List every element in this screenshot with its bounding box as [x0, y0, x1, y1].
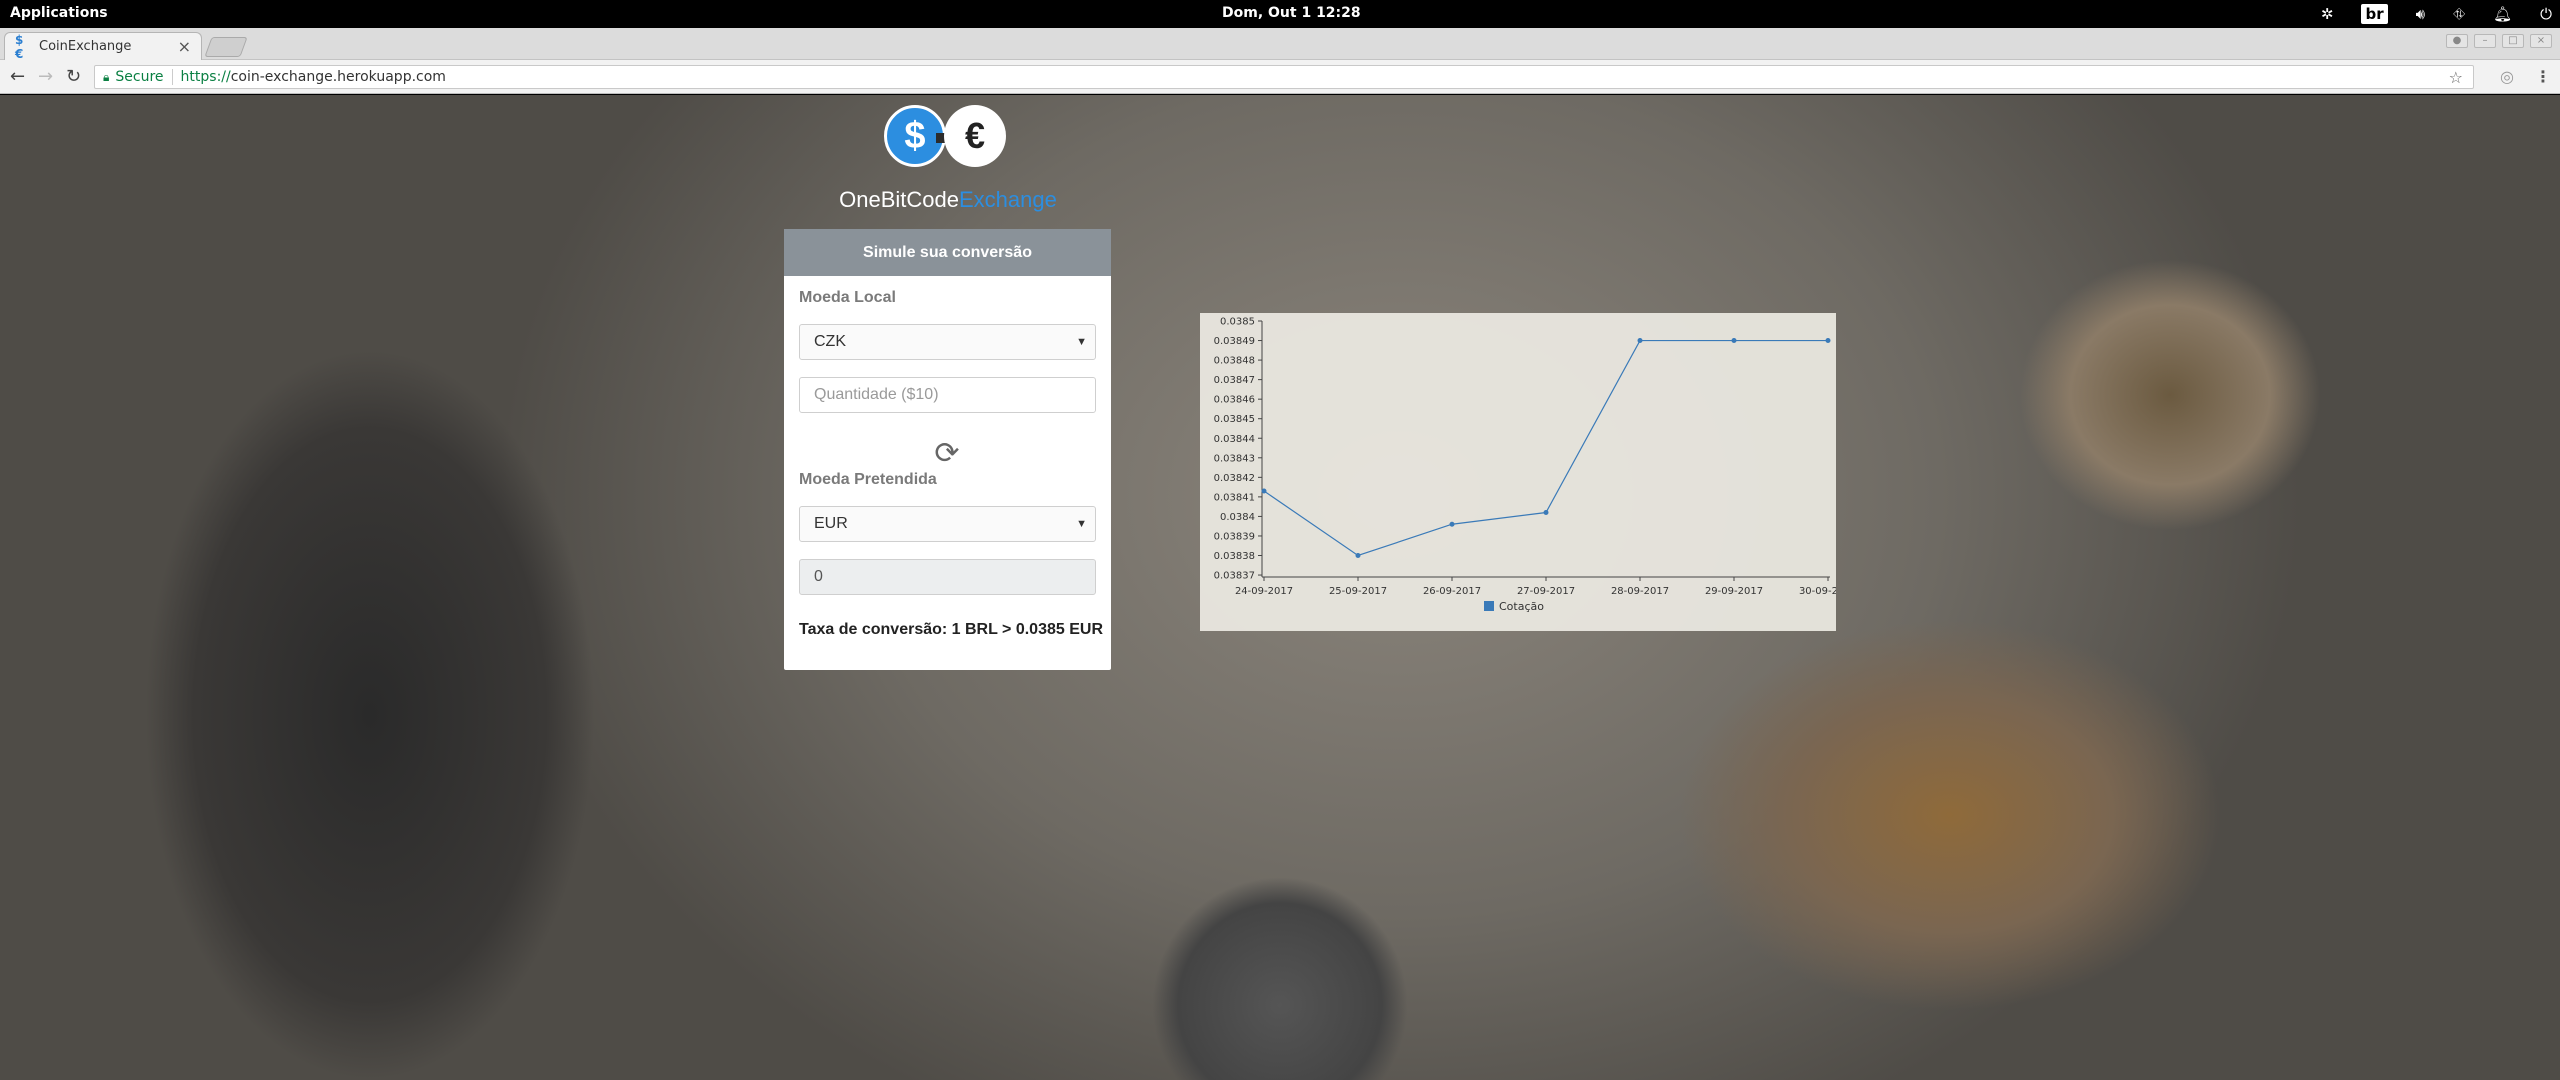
chart-y-tick-label: 0.03848	[1214, 356, 1255, 367]
chart-x-tick-label: 28-09-2017	[1611, 586, 1669, 597]
chart-x-tick-label: 24-09-2017	[1235, 586, 1293, 597]
chart-data-point	[1731, 338, 1737, 344]
converter-card: Simule sua conversão Moeda Local CZK ▼ Q…	[784, 229, 1111, 670]
page-background: $ € OneBitCodeExchange Simule sua conver…	[0, 95, 2560, 1080]
lock-icon: 🔒︎	[103, 69, 110, 84]
system-top-bar: Applications Dom, Out 1 12:28 ✲ br 🔊︎ ⛗ …	[0, 0, 2560, 28]
exchange-rate-chart: 0.0385 0.03849 0.03848 0.03847 0.03846 0.0384…	[1200, 313, 1836, 631]
keyboard-layout-indicator[interactable]: br	[2361, 4, 2388, 24]
chart-x-tick-label: 30-09-2017	[1799, 586, 1836, 597]
result-value: 0	[814, 568, 823, 585]
chart-data-point	[1637, 338, 1643, 344]
amount-placeholder: Quantidade ($10)	[814, 386, 939, 403]
browser-tab[interactable]: $€ CoinExchange ×	[4, 32, 202, 61]
chart-y-tick-label: 0.03837	[1214, 571, 1255, 582]
euro-coin-icon: €	[944, 105, 1006, 167]
extension-icon[interactable]: ◎	[2500, 67, 2514, 86]
chart-y-tick-label: 0.03839	[1214, 531, 1255, 542]
chart-data-point	[1449, 521, 1455, 527]
chart-x-tick-label: 27-09-2017	[1517, 586, 1575, 597]
address-bar[interactable]: 🔒︎ Secure https:// coin-exchange.herokua…	[94, 65, 2474, 89]
chart-legend-label: Cotação	[1499, 600, 1544, 613]
chart-data-point	[1825, 338, 1831, 344]
reload-icon[interactable]: ↻	[66, 66, 81, 87]
chart-y-tick-label: 0.03841	[1214, 492, 1255, 503]
chevron-down-icon: ▼	[1076, 518, 1087, 530]
maximize-icon[interactable]: □	[2502, 34, 2524, 48]
forward-arrow-icon[interactable]: →	[38, 66, 53, 87]
source-currency-label: Moeda Local	[799, 289, 896, 306]
network-icon[interactable]: ⛗	[2453, 4, 2465, 24]
target-currency-select[interactable]: EUR ▼	[799, 506, 1096, 542]
target-currency-label: Moeda Pretendida	[799, 471, 937, 488]
brand-name-part1: OneBitCode	[839, 187, 959, 212]
refresh-swap-icon[interactable]: ⟳	[931, 437, 963, 470]
browser-menu-icon[interactable]: ⋮	[2535, 67, 2551, 86]
close-tab-icon[interactable]: ×	[178, 37, 191, 56]
volume-icon[interactable]: 🔊︎	[2416, 4, 2425, 24]
browser-tab-strip: $€ CoinExchange × ● – □ ×	[0, 28, 2560, 61]
window-controls: ● – □ ×	[2446, 34, 2552, 48]
back-arrow-icon[interactable]: ←	[10, 66, 25, 87]
notification-bell-icon[interactable]: 🔔︎	[2493, 4, 2512, 24]
chart-x-tick-label: 26-09-2017	[1423, 586, 1481, 597]
settings-gear-icon[interactable]: ✲	[2321, 4, 2334, 24]
chart-data-point	[1355, 553, 1361, 559]
close-window-icon[interactable]: ×	[2530, 34, 2552, 48]
minimize-icon[interactable]: –	[2474, 34, 2496, 48]
browser-toolbar: ← → ↻ 🔒︎ Secure https:// coin-exchange.h…	[0, 60, 2560, 94]
chart-x-tick-label: 25-09-2017	[1329, 586, 1387, 597]
system-tray: ✲ br 🔊︎ ⛗ 🔔︎ ⏻	[2321, 0, 2552, 28]
chart-data-point	[1543, 510, 1549, 516]
applications-menu[interactable]: Applications	[10, 5, 108, 21]
chart-y-tick-label: 0.03843	[1214, 453, 1255, 464]
chevron-down-icon: ▼	[1076, 336, 1087, 348]
power-icon[interactable]: ⏻	[2540, 4, 2552, 24]
target-currency-value: EUR	[814, 515, 848, 532]
chart-y-tick-label: 0.03838	[1214, 551, 1255, 562]
chart-y-tick-label: 0.03844	[1214, 434, 1255, 445]
chart-data-point	[1261, 488, 1267, 494]
conversion-rate-text: Taxa de conversão: 1 BRL > 0.0385 EUR	[799, 621, 1103, 638]
chart-y-tick-label: 0.0385	[1220, 317, 1255, 328]
converter-title: Simule sua conversão	[784, 229, 1111, 276]
user-profile-icon[interactable]: ●	[2446, 34, 2468, 48]
amount-input[interactable]: Quantidade ($10)	[799, 377, 1096, 413]
brand-name: OneBitCodeExchange	[826, 187, 1070, 213]
chart-series-line	[1263, 339, 1828, 557]
chart-y-tick-label: 0.03842	[1214, 473, 1255, 484]
result-field: 0	[799, 559, 1096, 595]
chart-legend-swatch	[1484, 601, 1494, 611]
new-tab-button[interactable]	[204, 37, 248, 57]
source-currency-value: CZK	[814, 333, 846, 350]
bookmark-star-icon[interactable]: ☆	[2449, 68, 2463, 87]
secure-label: Secure	[115, 69, 164, 85]
chart-svg: 0.0385 0.03849 0.03848 0.03847 0.03846 0.0384…	[1214, 317, 1836, 614]
brand-name-part2: Exchange	[959, 187, 1057, 212]
chart-y-tick-label: 0.03849	[1214, 336, 1255, 347]
chart-y-tick-label: 0.0384	[1220, 512, 1255, 523]
source-currency-select[interactable]: CZK ▼	[799, 324, 1096, 360]
site-logo[interactable]: $ € OneBitCodeExchange	[826, 105, 1070, 215]
tab-title: CoinExchange	[39, 39, 132, 54]
url-host: coin-exchange.herokuapp.com	[230, 69, 446, 85]
chart-y-tick-label: 0.03845	[1214, 414, 1255, 425]
chart-x-tick-label: 29-09-2017	[1705, 586, 1763, 597]
url-scheme: https://	[180, 69, 231, 85]
tab-favicon-icon: $€	[15, 32, 24, 61]
chart-y-tick-label: 0.03847	[1214, 375, 1255, 386]
chart-y-tick-label: 0.03846	[1214, 395, 1255, 406]
system-clock[interactable]: Dom, Out 1 12:28	[1222, 5, 1361, 21]
address-separator	[171, 69, 173, 85]
